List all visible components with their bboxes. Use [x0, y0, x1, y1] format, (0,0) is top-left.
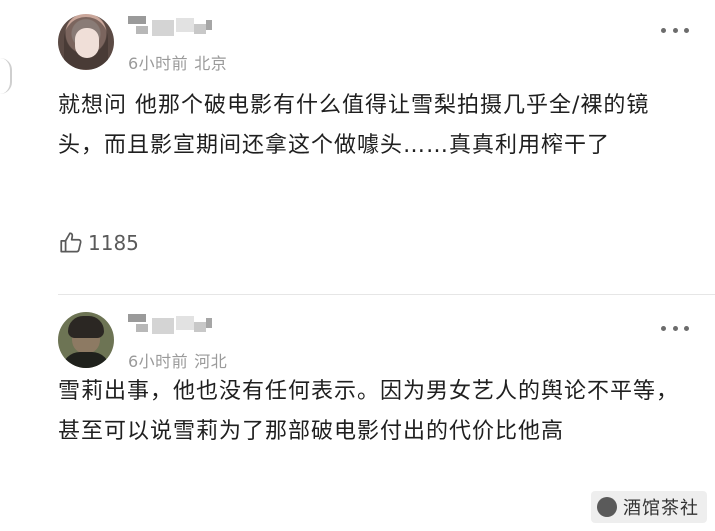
comment-item: 6小时前 北京 就想问 他那个破电影有什么值得让雪梨拍摄几乎全/裸的镜头，而且影宣…	[0, 0, 715, 292]
blurred-name-fragment	[206, 20, 212, 30]
blurred-name-fragment	[136, 26, 148, 34]
watermark: 酒馆茶社	[591, 491, 707, 523]
blurred-name-fragment	[152, 318, 174, 334]
blurred-name-fragment	[194, 24, 206, 34]
comment-location: 北京	[194, 54, 228, 73]
comment-location: 河北	[194, 352, 228, 371]
more-dot	[661, 27, 666, 33]
comment-time: 6小时前	[128, 352, 189, 371]
comment-time: 6小时前	[128, 54, 189, 73]
username-blurred[interactable]	[128, 312, 238, 338]
like-count: 1185	[88, 231, 139, 255]
blurred-name-fragment	[194, 322, 206, 332]
more-dot	[672, 27, 678, 33]
more-options-icon[interactable]	[661, 26, 689, 34]
avatar[interactable]	[58, 312, 114, 368]
blurred-name-fragment	[128, 16, 146, 24]
more-options-icon[interactable]	[661, 324, 689, 332]
comment-meta: 6小时前 北京	[128, 50, 227, 74]
avatar-shirt	[62, 352, 110, 368]
more-dot	[684, 325, 689, 331]
avatar[interactable]	[58, 14, 114, 70]
comment-divider	[58, 294, 715, 295]
watermark-logo-icon	[597, 497, 617, 517]
blurred-name-fragment	[152, 20, 174, 36]
more-dot	[672, 325, 678, 331]
blurred-name-fragment	[176, 18, 194, 32]
avatar-face	[75, 28, 99, 58]
like-button[interactable]: 1185	[58, 230, 139, 256]
blurred-name-fragment	[206, 318, 212, 328]
blurred-name-fragment	[176, 316, 194, 330]
avatar-hair	[68, 316, 104, 338]
username-blurred[interactable]	[128, 14, 238, 40]
comment-meta: 6小时前 河北	[128, 348, 227, 372]
comment-feed: 6小时前 北京 就想问 他那个破电影有什么值得让雪梨拍摄几乎全/裸的镜头，而且影宣…	[0, 0, 715, 531]
comment-text: 就想问 他那个破电影有什么值得让雪梨拍摄几乎全/裸的镜头，而且影宣期间还拿这个做…	[58, 93, 650, 158]
blurred-name-fragment	[128, 314, 146, 322]
comment-text: 雪莉出事，他也没有任何表示。因为男女艺人的舆论不平等，甚至可以说雪莉为了那部破电…	[58, 379, 680, 444]
more-dot	[661, 325, 666, 331]
watermark-text: 酒馆茶社	[623, 498, 699, 519]
more-dot	[684, 27, 689, 33]
thumbs-up-icon	[60, 232, 82, 253]
blurred-name-fragment	[136, 324, 148, 332]
